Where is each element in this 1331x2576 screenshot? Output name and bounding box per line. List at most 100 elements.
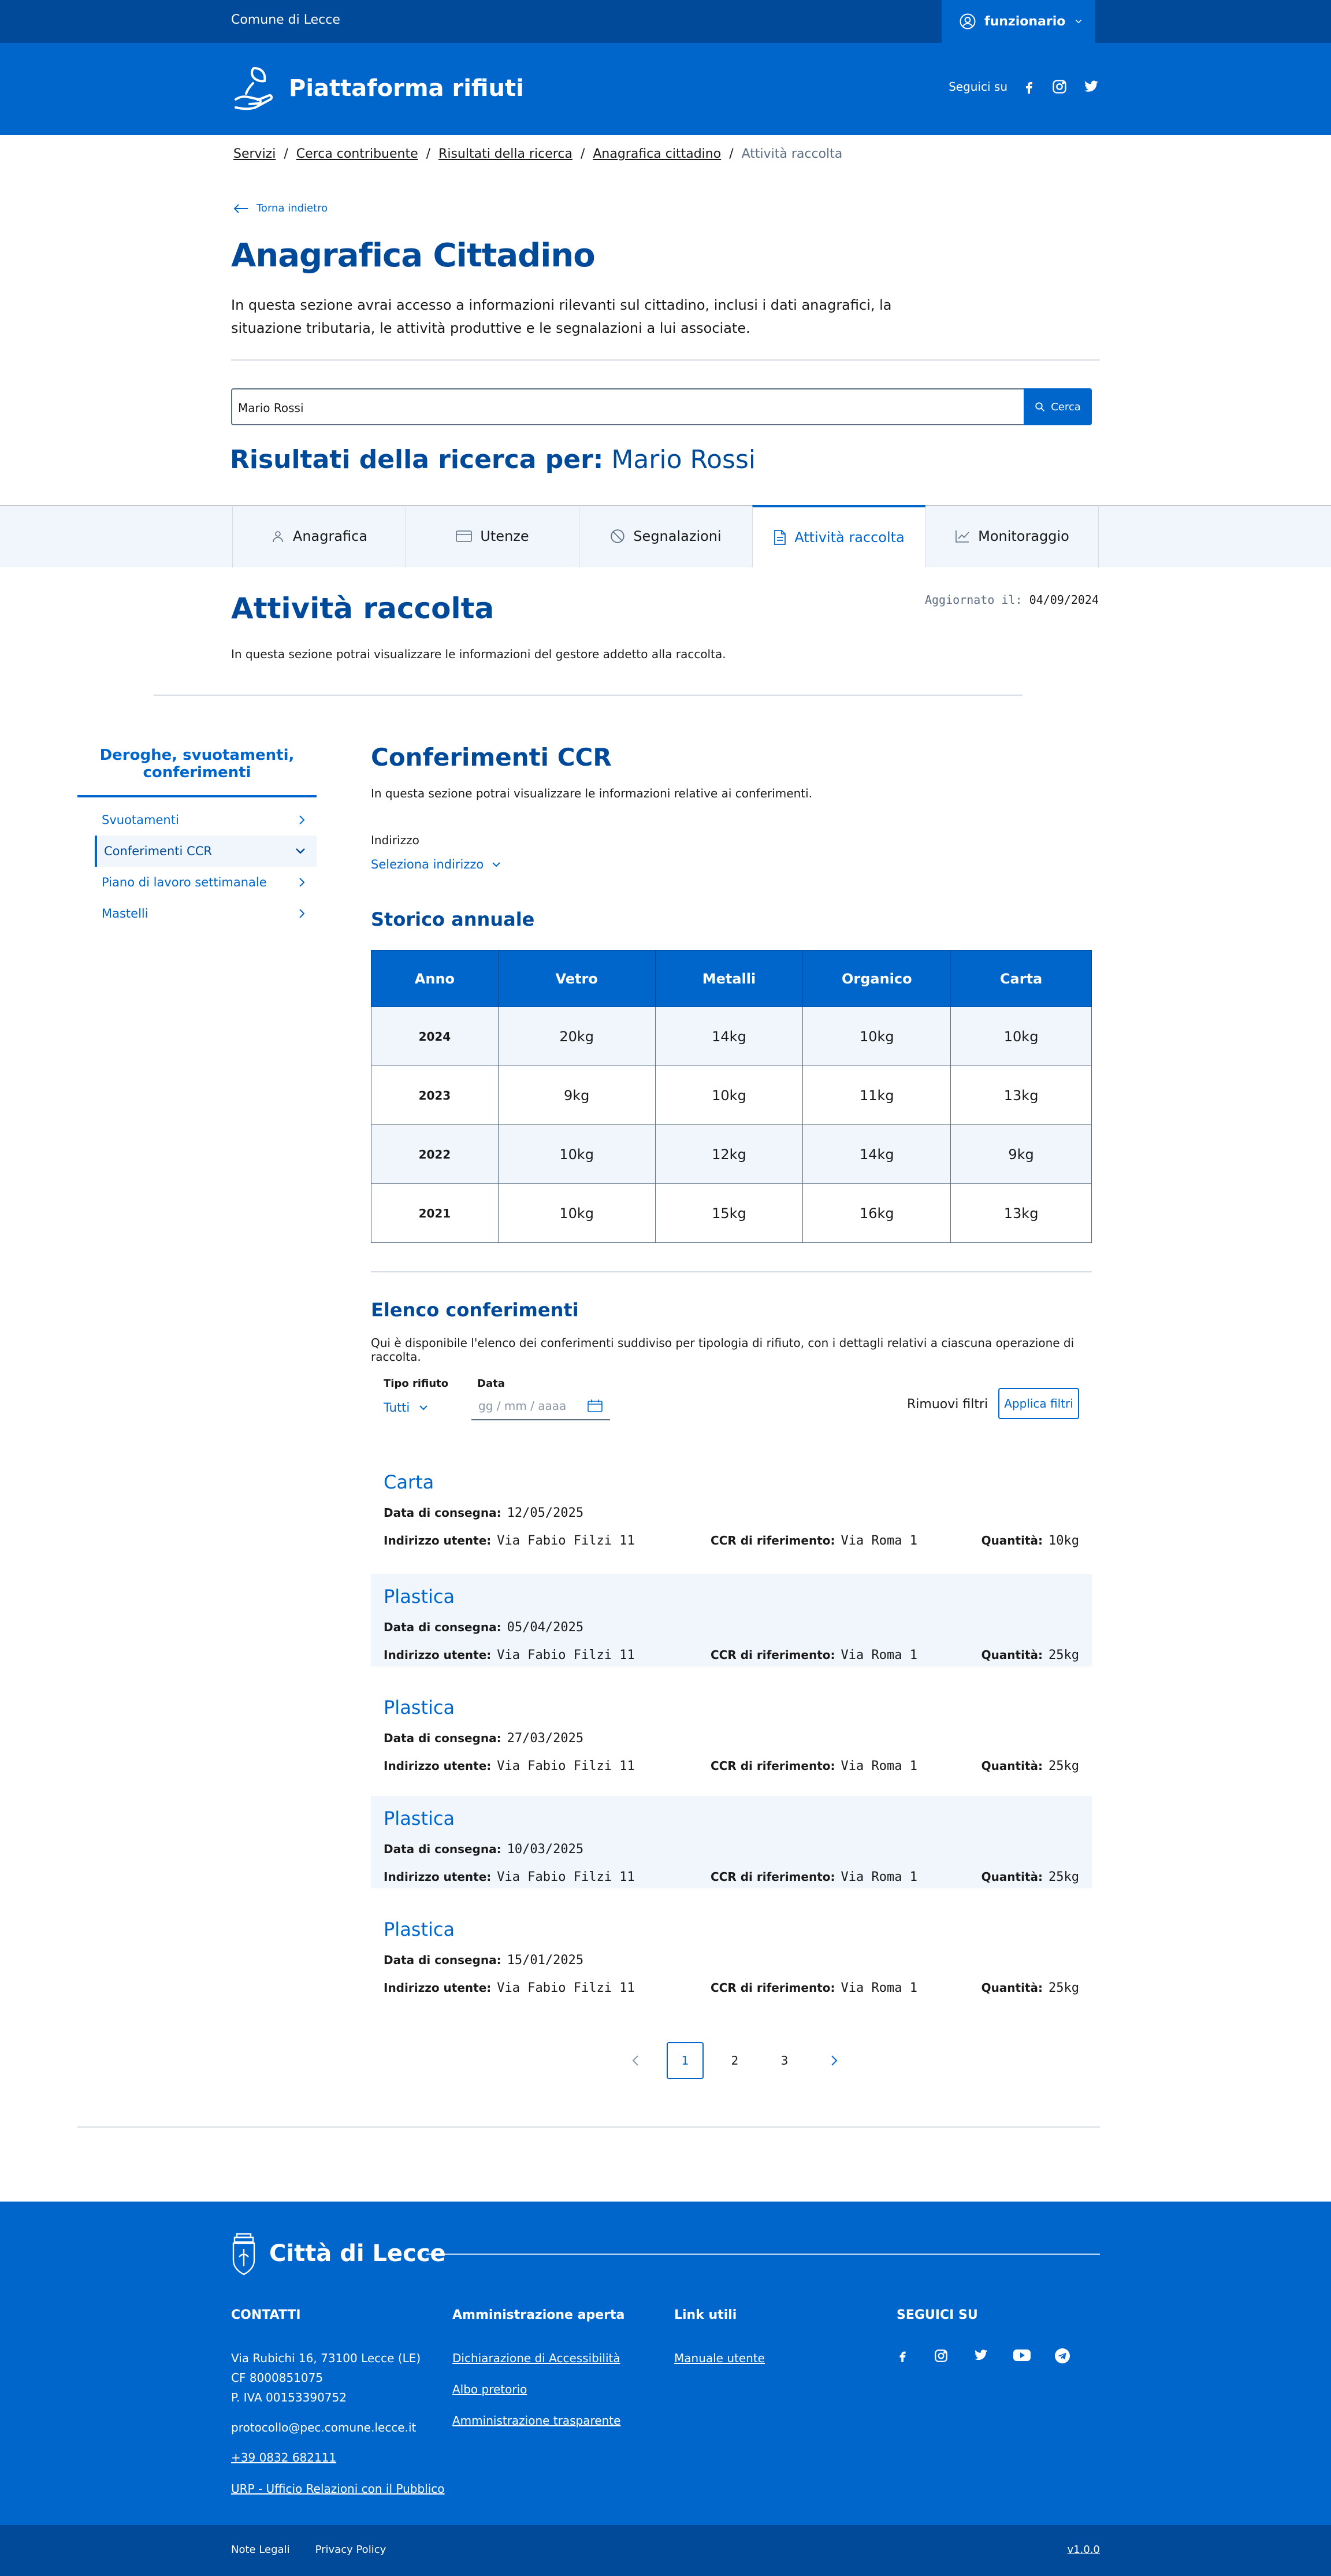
privacy-policy-link[interactable]: Privacy Policy: [315, 2544, 386, 2556]
sidebar-item-conferimenti-ccr[interactable]: Conferimenti CCR: [95, 836, 317, 867]
back-label: Torna indietro: [256, 202, 328, 214]
table-cell: 2021: [371, 1183, 499, 1243]
table-header: Anno: [371, 950, 499, 1007]
divider: [371, 1271, 1092, 1272]
table-header: Organico: [802, 950, 951, 1007]
tab-anagrafica[interactable]: Anagrafica: [232, 505, 406, 567]
instagram-icon[interactable]: [934, 2348, 949, 2363]
file-icon: [774, 530, 786, 545]
results-label: Risultati della ricerca per:: [230, 445, 604, 474]
pagination-prev[interactable]: [617, 2042, 654, 2079]
footer: Città di Lecce CONTATTI Via Rubichi 16, …: [0, 2202, 1331, 2525]
sidebar-item-svuotamenti[interactable]: Svuotamenti: [95, 804, 317, 836]
pagination-page-3[interactable]: 3: [766, 2042, 803, 2079]
city-crest-icon: [232, 2233, 255, 2276]
sidebar-item-mastelli[interactable]: Mastelli: [95, 898, 317, 929]
chevron-down-icon: [419, 1405, 427, 1411]
tab-utenze[interactable]: Utenze: [406, 505, 579, 567]
filter-type-select[interactable]: Tutti: [384, 1401, 428, 1415]
record-qty-label: Quantità:: [981, 1759, 1043, 1773]
footer-brand[interactable]: Città di Lecce: [231, 2232, 446, 2276]
tab-segnalazioni[interactable]: Segnalazioni: [579, 505, 752, 567]
breadcrumb-anagrafica[interactable]: Anagrafica cittadino: [593, 147, 721, 161]
record-date: Data di consegna: 15/01/2025: [384, 1953, 583, 1968]
search-icon: [1035, 402, 1045, 412]
record-date-value: 27/03/2025: [507, 1731, 584, 1746]
record-qty: Quantità: 10kg: [981, 1534, 1079, 1548]
apply-filters-button[interactable]: Applica filtri: [998, 1388, 1079, 1419]
header-social: Seguici su: [949, 79, 1100, 95]
telegram-icon[interactable]: [1055, 2348, 1070, 2363]
record-address-value: Via Fabio Filzi 11: [497, 1648, 635, 1662]
sidebar-item-label: Svuotamenti: [102, 813, 179, 827]
footer-follow: SEGUICI SU: [897, 2306, 978, 2337]
card-icon: [456, 530, 473, 542]
ccr-description: In questa sezione potrai visualizzare le…: [371, 786, 812, 800]
pagination-page-1[interactable]: 1: [667, 2042, 704, 2079]
legal-notes-link[interactable]: Note Legali: [231, 2544, 290, 2556]
table-header: Vetro: [497, 950, 656, 1007]
version-link[interactable]: v1.0.0: [1068, 2544, 1100, 2556]
chevron-right-icon: [299, 815, 305, 825]
filter-date-input[interactable]: gg / mm / aaaa: [471, 1393, 610, 1420]
table-row: 2022 10kg 12kg 14kg 9kg: [371, 1124, 1092, 1184]
list-item: Plastica Data di consegna: 10/03/2025 Ind…: [371, 1796, 1092, 1888]
record-date-value: 15/01/2025: [507, 1953, 584, 1968]
footer-brand-name: Città di Lecce: [269, 2240, 446, 2267]
chart-icon: [956, 530, 969, 543]
footer-urp-link[interactable]: URP - Ufficio Relazioni con il Pubblico: [231, 2479, 445, 2499]
reset-filters-button[interactable]: Rimuovi filtri: [907, 1389, 988, 1419]
facebook-icon[interactable]: [1023, 79, 1036, 95]
footer-accessibility-link[interactable]: Dichiarazione di Accessibilità: [452, 2348, 624, 2368]
footer-divider: [426, 2254, 1100, 2255]
section-description: In questa sezione potrai visualizzare le…: [231, 647, 726, 661]
youtube-icon[interactable]: [1013, 2348, 1031, 2362]
pagination-page-2[interactable]: 2: [716, 2042, 753, 2079]
user-menu[interactable]: funzionario: [942, 0, 1095, 43]
updated-date: Aggiornato il: 04/09/2024: [925, 593, 1099, 607]
app-brand[interactable]: Piattaforma rifiuti: [231, 64, 524, 113]
record-date: Data di consegna: 05/04/2025: [384, 1620, 583, 1635]
address-select[interactable]: Seleziona indirizzo: [371, 858, 501, 871]
twitter-icon[interactable]: [973, 2348, 989, 2362]
search-input[interactable]: Mario Rossi: [231, 388, 1024, 425]
breadcrumb-cerca-contribuente[interactable]: Cerca contribuente: [296, 147, 418, 161]
table-cell: 13kg: [950, 1066, 1092, 1125]
footer-manual-link[interactable]: Manuale utente: [674, 2348, 765, 2368]
record-qty: Quantità: 25kg: [981, 1981, 1079, 1995]
divider: [154, 695, 1023, 696]
tab-monitoraggio[interactable]: Monitoraggio: [925, 505, 1099, 567]
footer-phone-link[interactable]: +39 0832 682111: [231, 2448, 445, 2467]
footer-trasparenza-link[interactable]: Amministrazione trasparente: [452, 2411, 624, 2430]
back-link[interactable]: Torna indietro: [233, 202, 328, 214]
calendar-icon[interactable]: [587, 1399, 603, 1413]
breadcrumb-servizi[interactable]: Servizi: [233, 147, 276, 161]
table-cell: 10kg: [497, 1183, 656, 1243]
record-address-label: Indirizzo utente:: [384, 1648, 492, 1662]
record-date-label: Data di consegna:: [384, 1506, 501, 1520]
search-button[interactable]: Cerca: [1024, 388, 1092, 425]
footer-albo-link[interactable]: Albo pretorio: [452, 2380, 624, 2399]
ban-icon: [611, 529, 625, 543]
record-date-value: 05/04/2025: [507, 1620, 584, 1635]
tab-attivita-raccolta[interactable]: Attività raccolta: [752, 505, 925, 567]
record-ccr-value: Via Roma 1: [841, 1759, 917, 1773]
facebook-icon[interactable]: [897, 2348, 909, 2363]
center-header: Piattaforma rifiuti Seguici su: [0, 43, 1331, 135]
record-date-value: 12/05/2025: [507, 1506, 584, 1520]
sidebar-item-piano-lavoro[interactable]: Piano di lavoro settimanale: [95, 867, 317, 898]
pagination-next[interactable]: [816, 2042, 853, 2079]
record-address: Indirizzo utente: Via Fabio Filzi 11: [384, 1648, 635, 1662]
table-cell: 10kg: [950, 1007, 1092, 1066]
address-select-value: Seleziona indirizzo: [371, 858, 484, 871]
instagram-icon[interactable]: [1051, 79, 1068, 95]
breadcrumb-risultati[interactable]: Risultati della ricerca: [438, 147, 572, 161]
twitter-icon[interactable]: [1083, 79, 1100, 94]
footer-contacts-title: CONTATTI: [231, 2308, 301, 2322]
chevron-right-icon: [831, 2055, 838, 2066]
record-ccr-label: CCR di riferimento:: [711, 1870, 835, 1884]
org-link[interactable]: Comune di Lecce: [231, 13, 340, 27]
chevron-right-icon: [299, 909, 305, 918]
record-date-label: Data di consegna:: [384, 1620, 501, 1634]
table-cell: 16kg: [802, 1183, 951, 1243]
